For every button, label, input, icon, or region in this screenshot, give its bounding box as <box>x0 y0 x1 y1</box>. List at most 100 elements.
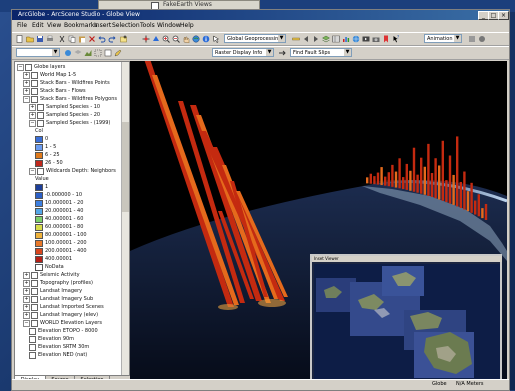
search-dropdown[interactable]: Find Fault Slips ▼ <box>290 48 352 57</box>
toc-layer-row[interactable]: + Sampled Species - 20 <box>29 112 100 119</box>
table-icon[interactable] <box>332 35 340 43</box>
toc-layer-row[interactable]: Elevation 90m <box>29 336 74 343</box>
toc-layer-row[interactable]: + Sampled Species - 10 <box>29 104 100 111</box>
tool-extra-icon[interactable] <box>468 35 476 43</box>
expand-icon[interactable]: + <box>23 272 30 279</box>
layer-visibility-checkbox[interactable] <box>37 112 44 119</box>
arrow-right-icon[interactable] <box>312 35 320 43</box>
toc-layer-row[interactable]: 0 <box>35 136 48 143</box>
toc-layer-row[interactable]: − Sampled Species - (1999) <box>29 120 110 127</box>
fly-icon[interactable] <box>152 35 160 43</box>
collapse-icon[interactable]: − <box>29 168 36 175</box>
layer-visibility-checkbox[interactable] <box>37 120 44 127</box>
toc-layer-row[interactable]: 100.00001 - 200 <box>35 240 87 247</box>
inset-satellite-map[interactable] <box>314 264 500 379</box>
toc-layer-row[interactable]: − Globe layers <box>17 64 65 71</box>
layer-visibility-checkbox[interactable] <box>31 304 38 311</box>
chart-icon[interactable] <box>342 35 350 43</box>
menu-selection[interactable]: Selection <box>112 22 140 29</box>
layer-visibility-checkbox[interactable] <box>31 96 38 103</box>
globe-toolbar-dropdown[interactable]: Global Geoprocessing ▼ <box>224 34 286 43</box>
toc-layer-row[interactable]: + Stack Bars - Wildfires Points <box>23 80 110 87</box>
globe-nav-icon[interactable] <box>64 49 72 57</box>
menu-edit[interactable]: Edit <box>32 22 44 29</box>
add-data-icon[interactable] <box>120 35 128 43</box>
menu-tools[interactable]: Tools <box>140 22 155 29</box>
inset-viewer[interactable]: Inset Viewer <box>310 254 502 381</box>
layer-visibility-checkbox[interactable] <box>31 320 38 327</box>
toc-layer-row[interactable]: + Landsat Imagery (elev) <box>23 312 98 319</box>
help-icon[interactable]: ? <box>392 35 400 43</box>
toc-layer-row[interactable]: 200.00001 - 400 <box>35 248 87 255</box>
pan-icon[interactable] <box>182 35 190 43</box>
toc-layer-row[interactable]: Elevation SRTM 30m <box>29 344 89 351</box>
toc-layer-row[interactable]: 60.000001 - 80 <box>35 224 83 231</box>
toc-layer-row[interactable]: -0.000000 - 10 <box>35 192 82 199</box>
elevation-icon[interactable] <box>84 49 92 57</box>
toc-layer-row[interactable]: + Seismic Activity <box>23 272 80 279</box>
toc-layer-row[interactable]: 1 - 5 <box>35 144 56 151</box>
toc-layer-row[interactable]: + World Map 1-5 <box>23 72 76 79</box>
cut-icon[interactable] <box>58 35 66 43</box>
swipe-icon[interactable] <box>278 49 286 57</box>
layer-visibility-checkbox[interactable] <box>29 336 36 343</box>
tool-extra-icon[interactable] <box>478 35 486 43</box>
raster-display-dropdown[interactable]: Raster Display Info ▼ <box>212 48 274 57</box>
toc-scrollbar-thumb[interactable] <box>122 122 129 212</box>
collapse-icon[interactable]: − <box>23 320 30 327</box>
toc-layer-row[interactable]: − Stack Bars - Wildfires Polygons <box>23 96 117 103</box>
close-button[interactable]: × <box>498 11 509 20</box>
layer-visibility-checkbox[interactable] <box>31 72 38 79</box>
layer-icon[interactable] <box>322 35 330 43</box>
menu-window[interactable]: Window <box>157 22 181 29</box>
clear-selection-icon[interactable] <box>104 49 112 57</box>
menu-help[interactable]: Help <box>180 22 194 29</box>
toc-layer-row[interactable]: 400.00001 <box>35 256 72 263</box>
title-bar[interactable]: ArcGlobe - ArcScene Studio - Globe View … <box>12 10 509 20</box>
expand-icon[interactable]: + <box>23 288 30 295</box>
toc-scrollbar[interactable] <box>121 62 129 375</box>
layer-visibility-checkbox[interactable] <box>29 344 36 351</box>
collapse-icon[interactable]: − <box>23 96 30 103</box>
expand-icon[interactable]: + <box>23 72 30 79</box>
layer-visibility-checkbox[interactable] <box>37 168 44 175</box>
expand-icon[interactable]: + <box>23 296 30 303</box>
toc-layer-row[interactable]: 10.000001 - 20 <box>35 200 83 207</box>
layer-visibility-checkbox[interactable] <box>31 88 38 95</box>
menu-file[interactable]: File <box>17 22 27 29</box>
toc-layer-row[interactable]: 26 - 50 <box>35 160 63 167</box>
toc-layer-row[interactable]: Col <box>35 128 43 135</box>
identify-icon[interactable] <box>202 35 210 43</box>
toc-layer-row[interactable]: Value <box>35 176 49 183</box>
toc-layer-row[interactable]: Elevation ETOPO - 8000 <box>29 328 98 335</box>
undo-icon[interactable] <box>98 35 106 43</box>
layer-visibility-checkbox[interactable] <box>31 296 38 303</box>
layer-visibility-checkbox[interactable] <box>31 272 38 279</box>
expand-icon[interactable]: + <box>23 280 30 287</box>
select-icon[interactable] <box>212 35 220 43</box>
copy-icon[interactable] <box>68 35 76 43</box>
save-icon[interactable] <box>36 35 44 43</box>
toc-layer-row[interactable]: 6 - 25 <box>35 152 60 159</box>
editor-icon[interactable] <box>114 49 122 57</box>
open-folder-icon[interactable] <box>26 35 34 43</box>
menu-view[interactable]: View <box>47 22 61 29</box>
expand-icon[interactable]: + <box>29 112 36 119</box>
expand-icon[interactable]: + <box>23 80 30 87</box>
delete-icon[interactable] <box>88 35 96 43</box>
select-features-icon[interactable] <box>94 49 102 57</box>
layer-dropdown[interactable]: ▼ <box>16 48 60 57</box>
globe-view[interactable]: Inset Viewer <box>130 61 507 385</box>
expand-icon[interactable]: + <box>23 88 30 95</box>
toc-layer-row[interactable]: − Wildcards Depth: Neighbors <box>29 168 116 175</box>
toc-layer-row[interactable]: 1 <box>35 184 48 191</box>
expand-icon[interactable]: + <box>29 104 36 111</box>
print-icon[interactable] <box>46 35 54 43</box>
menu-insert[interactable]: Insert <box>94 22 111 29</box>
zoom-out-icon[interactable] <box>172 35 180 43</box>
redo-icon[interactable] <box>108 35 116 43</box>
zoom-in-icon[interactable] <box>162 35 170 43</box>
arrow-left-icon[interactable] <box>302 35 310 43</box>
layer-visibility-checkbox[interactable] <box>31 280 38 287</box>
scale-dropdown[interactable]: Animation ▼ <box>424 34 462 43</box>
